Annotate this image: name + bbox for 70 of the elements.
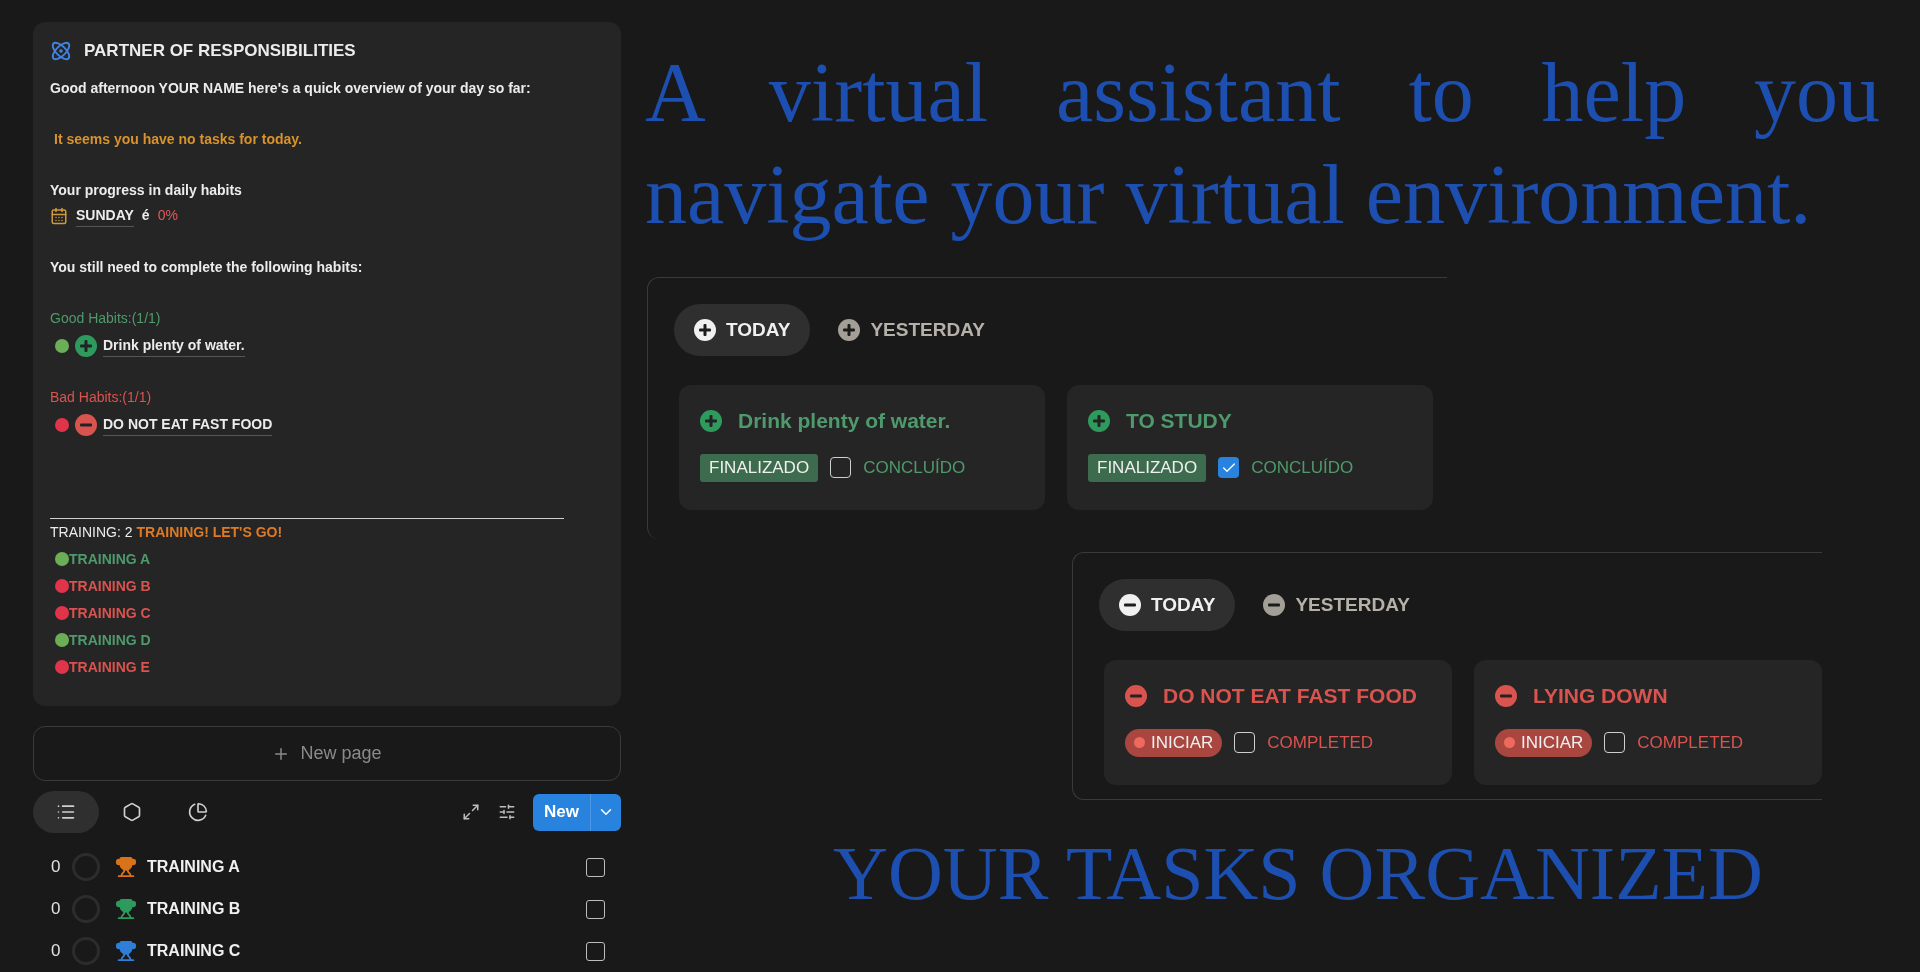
progress-percent: 0% [157,206,178,225]
day-tab[interactable]: TODAY [674,304,811,356]
pie-chart-icon [188,802,208,822]
training-item: TRAINING E [69,657,150,677]
status-tag: INICIAR [1495,728,1593,757]
minus-circle-icon [1119,594,1141,616]
hexagon-icon [122,802,142,822]
habit-link[interactable]: DO NOT EAT FAST FOOD [103,413,273,436]
new-page-button[interactable]: New page [33,726,621,781]
new-button[interactable]: New [533,793,621,831]
minus-circle-icon [1495,684,1517,707]
status-tag: FINALIZADO [700,453,819,482]
row-title: TRAINING B [147,899,241,919]
headline: A virtual assistant to help you navigate your virtual environment. [645,45,1880,243]
plus-circle-icon [694,319,716,341]
training-item: TRAINING A [69,549,151,569]
expand-icon[interactable] [462,803,481,821]
training-item: TRAINING C [69,603,151,623]
habit-title: DO NOT EAT FAST FOOD [1163,683,1417,709]
checkbox-label: CONCLUÍDO [1251,456,1354,479]
minus-circle-icon [1263,594,1286,616]
row-title: TRAINING A [147,857,240,877]
progress-label: Your progress in daily habits [50,180,243,200]
row-count: 0 [51,940,62,963]
habit-group-label: Good Habits:(1/1) [50,308,162,328]
day-tab[interactable]: TODAY [1099,579,1236,631]
checkbox-label: CONCLUÍDO [863,456,966,479]
day-tab[interactable]: YESTERDAY [818,304,1005,356]
status-tag: INICIAR [1125,728,1223,757]
row-count: 0 [51,898,62,921]
minus-circle-icon [75,413,97,436]
training-item: TRAINING D [69,630,151,650]
habit-link[interactable]: Drink plenty of water. [103,334,245,357]
minus-circle-icon [1125,684,1147,707]
plus-circle-icon [1088,409,1110,432]
status-tag: FINALIZADO [1088,453,1207,482]
day-link[interactable]: SUNDAY [76,204,134,227]
done-checkbox[interactable] [1234,732,1256,753]
checkbox-label: COMPLETED [1267,731,1374,754]
training-item: TRAINING B [69,576,151,596]
greeting-text: Good afternoon YOUR NAME here's a quick overview of your day so far: [50,78,532,98]
connector-text: é [141,206,150,225]
habit-group-label: Bad Habits:(1/1) [50,387,153,407]
row-title: TRAINING C [147,941,241,961]
row-count: 0 [51,856,62,879]
checkbox-label: COMPLETED [1637,731,1744,754]
done-checkbox[interactable] [1218,457,1240,478]
atom-icon [50,39,72,62]
list-icon [56,802,76,822]
row-checkbox[interactable] [586,899,605,919]
plus-circle-icon [838,319,861,341]
done-checkbox[interactable] [830,457,852,478]
list-view-tab[interactable] [33,791,99,833]
remaining-label: You still need to complete the following habits: [50,257,364,277]
calendar-icon [50,206,68,225]
plus-circle-icon [75,334,97,357]
done-checkbox[interactable] [1604,732,1626,753]
footer-title: YOUR TASKS ORGANIZED [833,830,1764,917]
card-title: PARTNER OF RESPONSIBILITIES [84,40,356,62]
day-tab[interactable]: YESTERDAY [1243,579,1430,631]
row-checkbox[interactable] [586,857,605,877]
plus-circle-icon [700,409,722,432]
habit-title: TO STUDY [1126,408,1232,434]
row-checkbox[interactable] [586,941,605,961]
habit-title: Drink plenty of water. [738,408,951,434]
training-label: TRAINING: 2 [50,522,133,542]
no-tasks-text: It seems you have no tasks for today. [54,129,303,149]
training-cheer: TRAINING! LET'S GO! [136,522,283,542]
settings-icon[interactable] [498,803,517,821]
habit-title: LYING DOWN [1533,683,1668,709]
